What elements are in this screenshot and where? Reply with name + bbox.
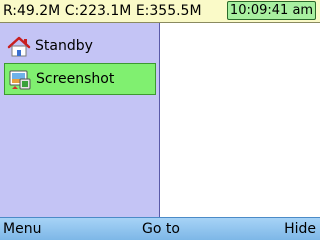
menu-softkey[interactable]: Menu: [3, 221, 41, 238]
home-icon: [7, 35, 31, 59]
content-area: [160, 23, 320, 217]
task-label-screenshot: Screenshot: [36, 71, 115, 87]
task-item-standby[interactable]: Standby: [4, 31, 156, 63]
task-label-standby: Standby: [35, 38, 93, 54]
hide-softkey[interactable]: Hide: [284, 221, 316, 238]
task-list: Standby Screenshot: [0, 23, 160, 217]
task-item-screenshot[interactable]: Screenshot: [4, 63, 156, 95]
softkey-bar: Menu Go to Hide: [0, 217, 320, 240]
memory-readout: R:49.2M C:223.1M E:355.5M: [3, 3, 202, 19]
screenshot-app-icon: [8, 68, 32, 92]
clock: 10:09:41 am: [227, 1, 316, 20]
goto-softkey[interactable]: Go to: [142, 221, 180, 238]
status-bar: R:49.2M C:223.1M E:355.5M 10:09:41 am: [0, 0, 320, 23]
